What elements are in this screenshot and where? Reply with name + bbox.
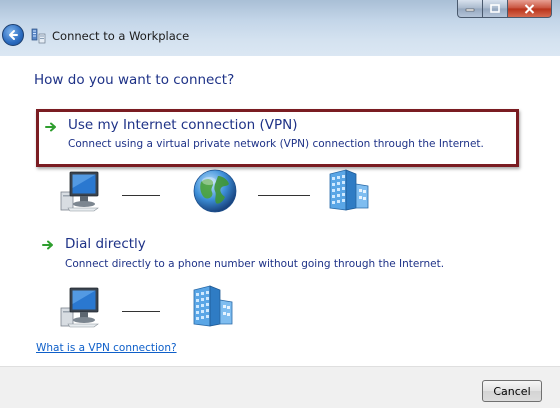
- globe-icon: [193, 169, 237, 213]
- connection-line: [258, 195, 310, 196]
- network-wizard-icon: [31, 28, 46, 44]
- building-icon: [329, 169, 369, 211]
- vpn-help-link[interactable]: What is a VPN connection?: [36, 342, 177, 354]
- minimize-icon: [465, 8, 475, 11]
- vpn-diagram: [0, 166, 560, 216]
- option-dial-description: Connect directly to a phone number witho…: [65, 258, 445, 270]
- title-row: Connect to a Workplace: [0, 22, 560, 52]
- maximize-button[interactable]: [483, 0, 508, 18]
- option-vpn-description: Connect using a virtual private network …: [68, 138, 484, 150]
- back-button[interactable]: [2, 24, 24, 46]
- connection-line: [122, 195, 160, 196]
- maximize-icon: [490, 4, 500, 13]
- dial-diagram: [0, 284, 560, 334]
- green-arrow-icon: [45, 122, 56, 132]
- close-icon: [524, 3, 535, 14]
- close-button[interactable]: [508, 0, 552, 18]
- building-icon: [193, 285, 233, 327]
- cancel-button[interactable]: Cancel: [482, 380, 542, 402]
- option-vpn[interactable]: Use my Internet connection (VPN) Connect…: [36, 109, 519, 167]
- option-dial[interactable]: Dial directly Connect directly to a phon…: [36, 232, 516, 288]
- wizard-title: Connect to a Workplace: [52, 29, 190, 43]
- connection-line: [122, 311, 160, 312]
- green-arrow-icon: [42, 240, 53, 250]
- wizard-window: Connect to a Workplace How do you want t…: [0, 0, 560, 408]
- back-arrow-icon: [9, 30, 18, 40]
- computer-icon: [60, 287, 99, 328]
- option-dial-title: Dial directly: [65, 236, 146, 252]
- caption-buttons: [457, 0, 552, 18]
- minimize-button[interactable]: [457, 0, 483, 18]
- content-panel: How do you want to connect? Use my Inter…: [0, 56, 560, 366]
- computer-icon: [60, 171, 99, 212]
- footer-bar: Cancel: [0, 366, 560, 408]
- page-heading: How do you want to connect?: [34, 72, 235, 88]
- option-vpn-title: Use my Internet connection (VPN): [68, 117, 298, 133]
